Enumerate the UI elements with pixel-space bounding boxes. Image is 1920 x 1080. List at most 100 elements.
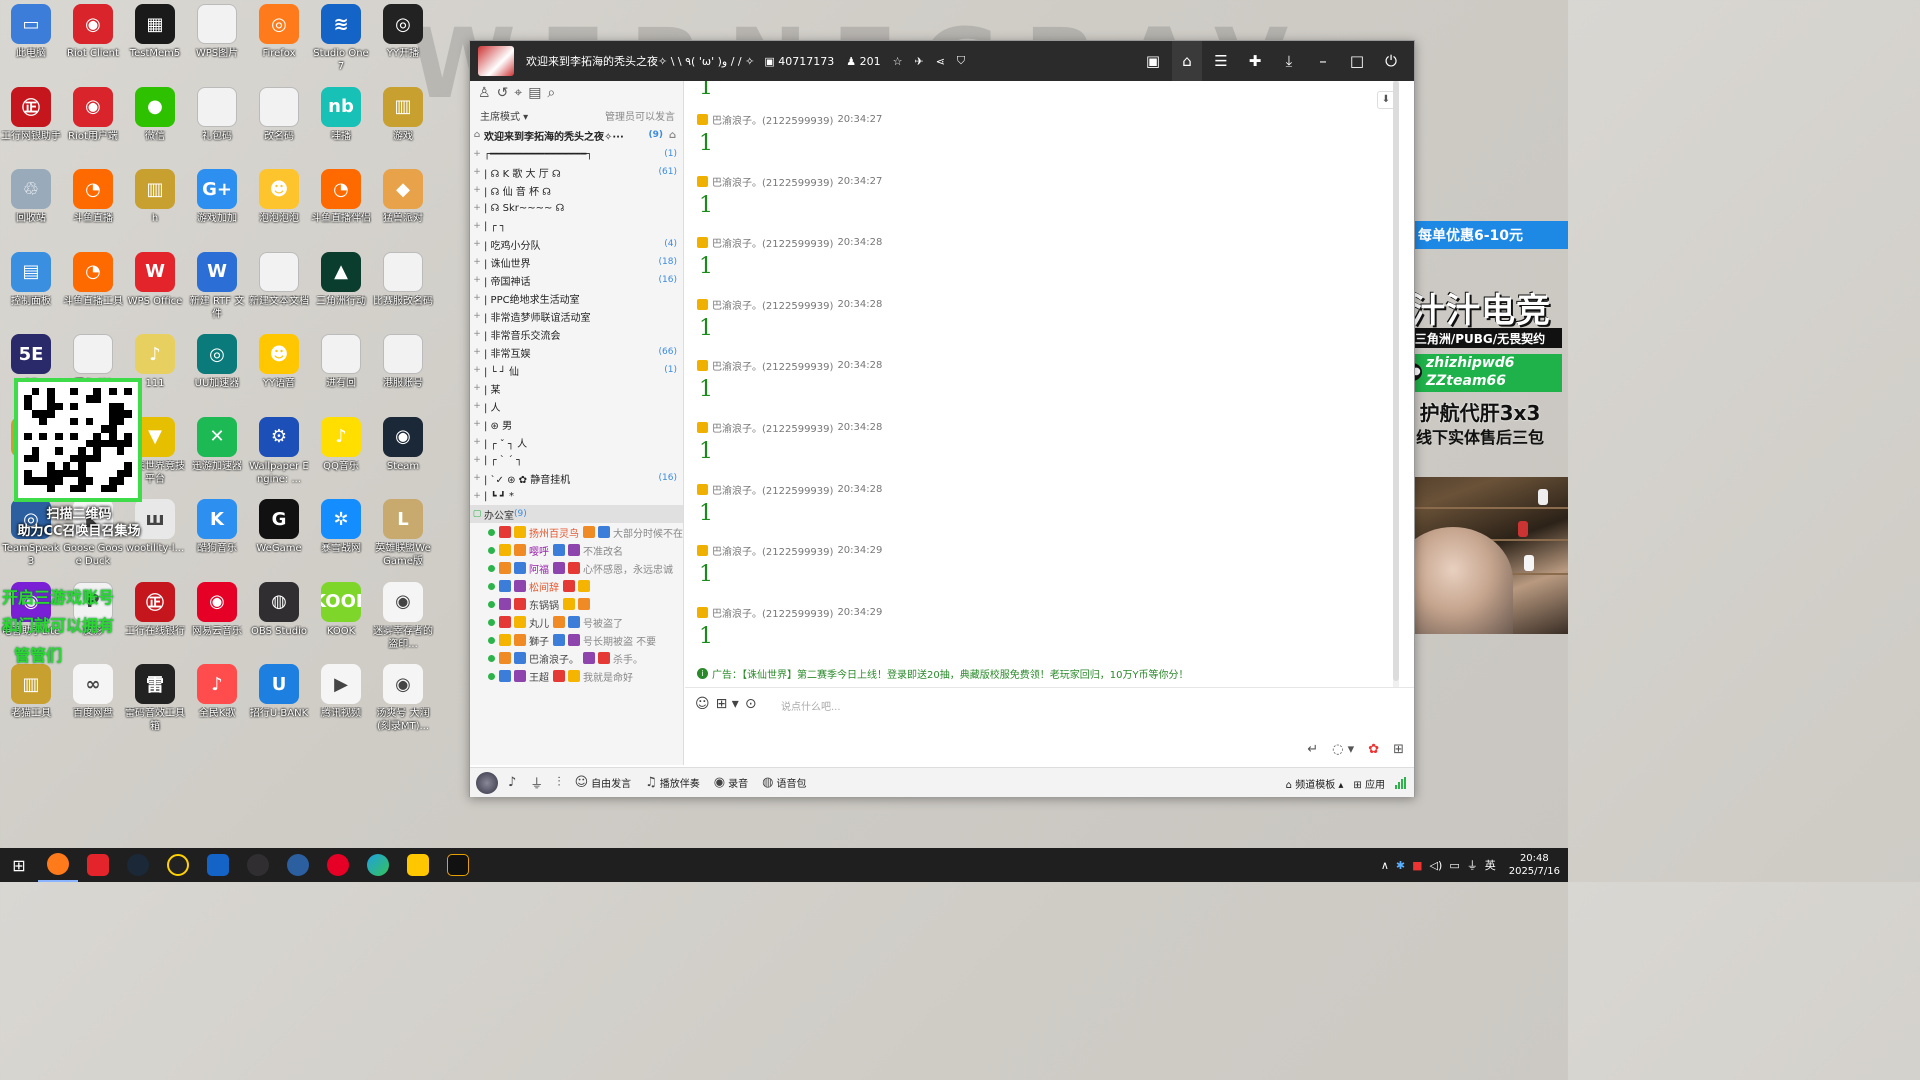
free-speak-button[interactable]: ☺ 自由发言 — [575, 775, 632, 790]
bluetooth-icon[interactable]: ✱ — [1396, 859, 1405, 872]
desktop-icon[interactable]: ◉ 网易云音乐 — [186, 581, 248, 638]
desktop-icon[interactable]: ⚙ Wallpaper Engine: ... — [248, 416, 310, 486]
chat-ad[interactable]: i 广告：【诛仙世界】第二赛季今日上线！登录即送20抽，典藏版校服免费领！老玩家… — [685, 663, 1401, 683]
channel-root[interactable]: ⌂ 欢迎来到李拓海的秃头之夜✧··· (9) ⌂ — [470, 125, 683, 145]
expand-icon[interactable]: + — [470, 491, 484, 501]
taskbar-steam[interactable] — [118, 848, 158, 882]
desktop-icon[interactable]: ∞ 百度网盘 — [62, 664, 124, 720]
desktop-icon[interactable]: ◉ Riot用户端 — [62, 86, 124, 143]
expand-icon[interactable]: + — [470, 203, 484, 213]
user-item[interactable]: 獅子 号长期被盗 不要 — [470, 631, 683, 649]
desktop-icon[interactable]: ≋ Studio One 7 — [310, 4, 372, 73]
desktop-icon[interactable]: ♪ 全民K歌 — [186, 664, 248, 720]
expand-icon[interactable]: + — [470, 221, 484, 231]
mode-dropdown[interactable]: 主席模式 ▾ — [480, 108, 528, 123]
message-user[interactable]: 巴渝浪子。(2122599939) — [712, 174, 833, 189]
desktop-icon[interactable]: ◎ UU加速器 — [186, 334, 248, 390]
expand-icon[interactable]: + — [470, 311, 484, 321]
desktop-icon[interactable]: ◎ Firefox — [248, 4, 310, 60]
desktop-icon[interactable]: W 新建 RTF 文件 — [186, 251, 248, 321]
expand-icon[interactable]: + — [470, 329, 484, 339]
desktop-icon[interactable]: 雷雷码音效工具箱 — [124, 664, 186, 733]
taskbar-teamspeak[interactable] — [278, 848, 318, 882]
taskbar-yy[interactable] — [158, 848, 198, 882]
share-icon[interactable]: ⋖ — [936, 55, 945, 68]
taskbar-yy-voice[interactable] — [398, 848, 438, 882]
record-button[interactable]: ◉ 录音 — [714, 775, 748, 790]
microphone-icon[interactable]: ⏚ — [1467, 857, 1478, 873]
start-button[interactable]: ⊞ — [0, 848, 38, 882]
desktop-icon[interactable]: 新建文本文档 — [248, 251, 310, 308]
expand-icon[interactable]: + — [470, 455, 484, 465]
desktop-icon[interactable]: nb 哇播 — [310, 86, 372, 143]
channel-item[interactable]: + | 非常音乐交流会 — [470, 325, 683, 343]
desktop-icon[interactable]: WPS图片 — [186, 4, 248, 60]
maximize-button[interactable]: □ — [1342, 52, 1372, 70]
desktop-icon[interactable]: L 英雄联盟WeGame版 — [372, 499, 434, 568]
expand-icon[interactable]: + — [470, 149, 484, 159]
channel-item[interactable]: + | 非常造梦师联谊活动室 — [470, 307, 683, 325]
ime-indicator[interactable]: 英 — [1485, 857, 1496, 873]
desktop-icon[interactable]: ◎ YY开播 — [372, 4, 434, 60]
expand-icon[interactable]: ▢ — [470, 509, 484, 519]
desktop-icon[interactable]: ♲ 回收站 — [0, 169, 62, 225]
collapse-icon[interactable]: ⌂ — [470, 130, 484, 140]
taskbar-wegame[interactable] — [438, 848, 478, 882]
desktop-icon[interactable]: ▦ TestMem5 — [124, 4, 186, 60]
power-button[interactable]: ⏻ — [1376, 52, 1406, 70]
expand-icon[interactable]: + — [470, 239, 484, 249]
gift-icon[interactable]: ⊞ — [1393, 742, 1404, 757]
search-icon[interactable]: ⌕ — [547, 85, 555, 101]
desktop-icon[interactable]: ㊣工行在线银行 — [124, 581, 186, 638]
desktop-icon[interactable]: G+ 游戏加加 — [186, 169, 248, 225]
expand-icon[interactable]: + — [470, 419, 484, 429]
desktop-icon[interactable]: ◉ 汤爽号 大润(刻录MT)... — [372, 664, 434, 733]
person-icon[interactable]: ♙ — [478, 85, 491, 101]
expand-icon[interactable]: + — [470, 383, 484, 393]
taskbar-firefox[interactable] — [38, 848, 78, 882]
apps-button[interactable]: ⊞ 应用 — [1353, 776, 1385, 791]
volume-icon[interactable]: ◁) — [1430, 859, 1443, 872]
send-icon[interactable]: ↵ — [1307, 742, 1318, 757]
message-user[interactable]: 巴渝浪子。(2122599939) — [712, 543, 833, 558]
expand-icon[interactable]: + — [470, 257, 484, 267]
channel-item[interactable]: + | 非常互娱 (66) — [470, 343, 683, 361]
channel-item[interactable]: + | 人 — [470, 397, 683, 415]
taskbar-netease[interactable] — [318, 848, 358, 882]
user-item[interactable]: 王超 我就是命好 — [470, 667, 683, 685]
channel-item[interactable]: + | ┌ ┐ — [470, 217, 683, 235]
desktop-icon[interactable]: ▥ h — [124, 169, 186, 225]
channel-item[interactable]: + | ┌ ˋ ˊ ┐ — [470, 451, 683, 469]
expand-icon[interactable]: + — [470, 293, 484, 303]
expand-icon[interactable]: + — [470, 365, 484, 375]
user-item[interactable]: 丸儿 号被盗了 — [470, 613, 683, 631]
gamepad-icon[interactable]: ✚ — [1240, 52, 1270, 70]
desktop-icon[interactable]: K 酷狗音乐 — [186, 499, 248, 555]
channel-item[interactable]: + | PPC绝地求生活动室 — [470, 289, 683, 307]
channel-item[interactable]: + | 吃鸡小分队 (4) — [470, 235, 683, 253]
desktop-icon[interactable]: ◉ Riot Client — [62, 4, 124, 60]
desktop-icon[interactable]: ◔ 斗鱼直播工具 — [62, 251, 124, 308]
chat-scrollbar[interactable] — [1393, 81, 1399, 687]
desktop-icon[interactable]: ◔ 斗鱼直播 — [62, 169, 124, 225]
mic-button[interactable]: ⏚ — [530, 773, 543, 792]
channel-item[interactable]: + | ˋ✓ ⊛ ✿ 静音挂机 (16) — [470, 469, 683, 487]
channel-item[interactable]: + | 诛仙世界 (18) — [470, 253, 683, 271]
download-icon[interactable]: ⤓ — [1274, 52, 1304, 70]
minimize-button[interactable]: – — [1308, 52, 1338, 70]
my-avatar[interactable] — [476, 771, 498, 794]
channel-avatar[interactable] — [478, 46, 514, 76]
desktop-icon[interactable]: U 招行U-BANK — [248, 664, 310, 720]
template-button[interactable]: ⌂ 频道模板 ▴ — [1286, 776, 1344, 791]
channel-item[interactable]: + | ☊ 仙 音 杯 ☊ — [470, 181, 683, 199]
desktop-icon[interactable]: 比赛服改名码 — [372, 251, 434, 308]
history-icon[interactable]: ↺ — [497, 85, 509, 101]
game-icon[interactable]: ⊞ ▾ — [716, 696, 739, 712]
user-item[interactable]: 松间辞 — [470, 577, 683, 595]
expand-icon[interactable]: + — [470, 473, 484, 483]
desktop-icon[interactable]: 港服账号 — [372, 334, 434, 390]
accompany-button[interactable]: ♫ 播放伴奏 — [645, 775, 700, 790]
desktop-icon[interactable]: ✕ 迅游加速器 — [186, 416, 248, 473]
desktop-icon[interactable]: 改名码 — [248, 86, 310, 143]
taskbar-obs[interactable] — [238, 848, 278, 882]
